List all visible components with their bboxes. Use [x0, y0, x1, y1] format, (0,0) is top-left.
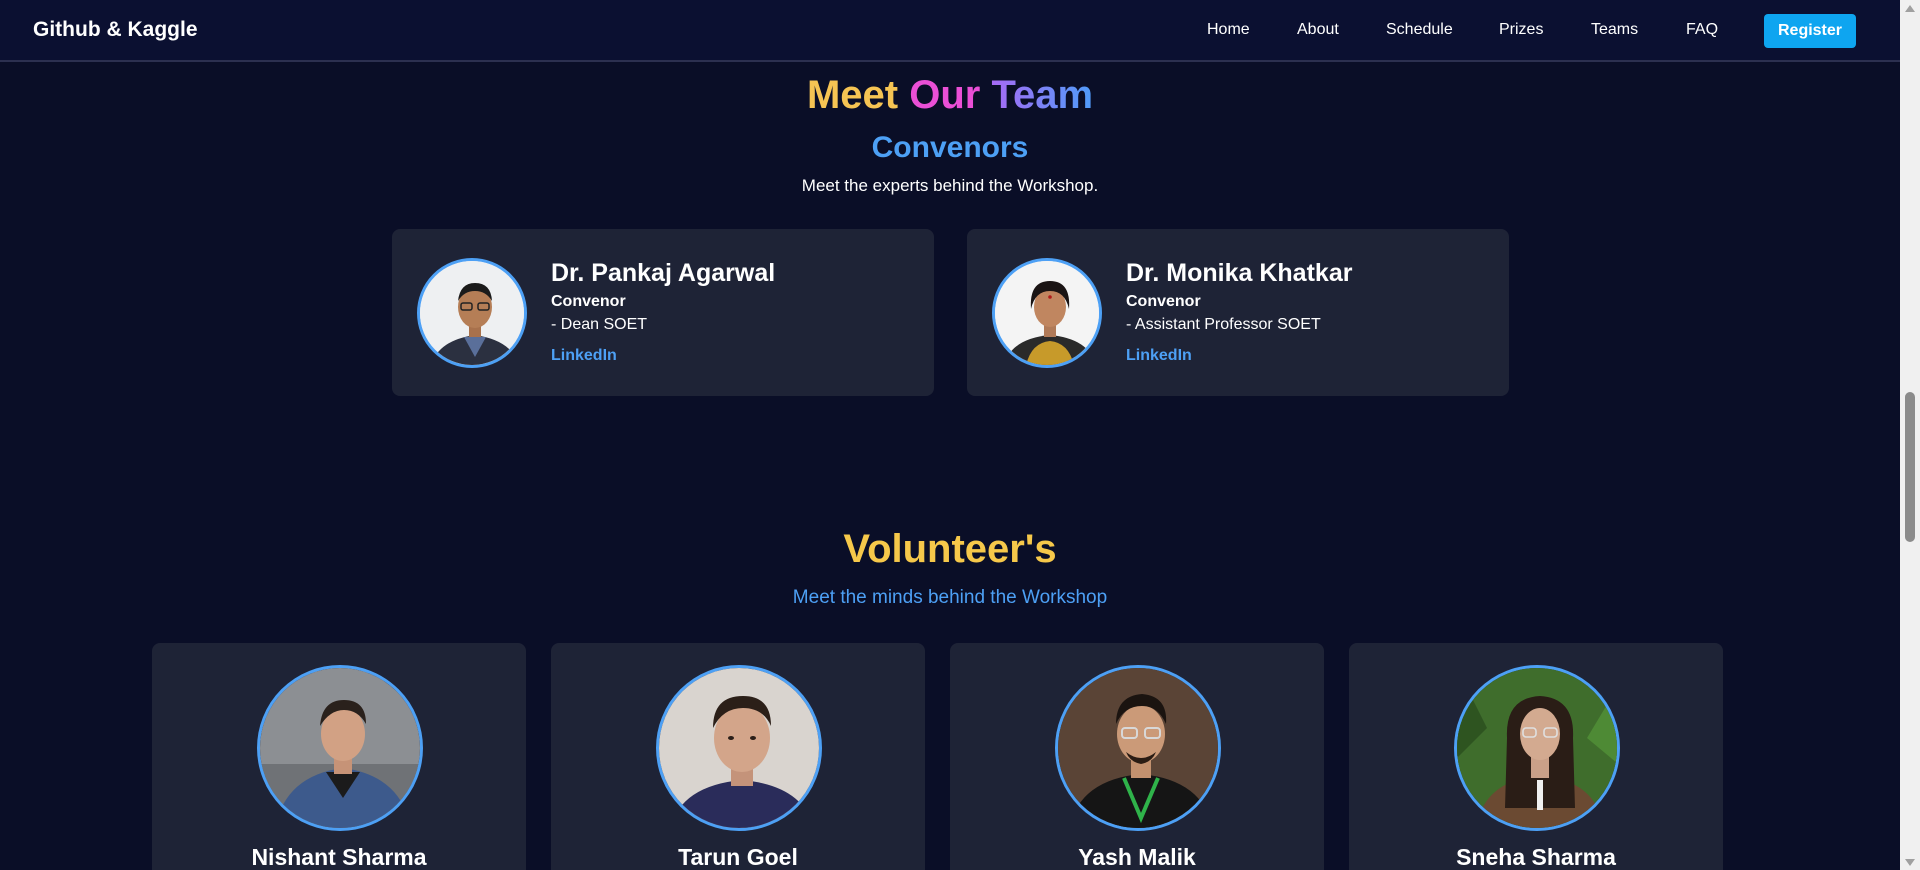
volunteer-card: Sneha Sharma [1349, 643, 1723, 870]
nav-link-schedule[interactable]: Schedule [1386, 21, 1453, 39]
nav-link-prizes[interactable]: Prizes [1499, 21, 1543, 39]
volunteer-card: Nishant Sharma [152, 643, 526, 870]
volunteer-avatar [1454, 665, 1620, 831]
register-button[interactable]: Register [1764, 14, 1856, 48]
volunteer-avatar [257, 665, 423, 831]
volunteers-heading: Volunteer's [843, 527, 1057, 571]
nav-link-home[interactable]: Home [1207, 21, 1250, 39]
nav-link-about[interactable]: About [1297, 21, 1339, 39]
volunteer-name: Tarun Goel [678, 844, 798, 870]
volunteer-avatar [1055, 665, 1221, 831]
convenor-avatar [992, 258, 1102, 368]
volunteer-name: Nishant Sharma [251, 844, 427, 870]
volunteer-card: Tarun Goel [551, 643, 925, 870]
convenor-name: Dr. Pankaj Agarwal [551, 259, 776, 287]
nav-link-teams[interactable]: Teams [1591, 21, 1638, 39]
convenor-role: Convenor [551, 293, 626, 310]
volunteer-name: Sneha Sharma [1456, 844, 1616, 870]
title-word-team: Team [991, 73, 1094, 117]
nav-links: Home About Schedule Prizes Teams FAQ [0, 0, 1900, 62]
convenor-card: Dr. Pankaj Agarwal Convenor - Dean SOET … [392, 229, 934, 396]
convenor-name: Dr. Monika Khatkar [1126, 259, 1353, 287]
convenor-linkedin-link[interactable]: LinkedIn [551, 347, 617, 365]
team-section-title: Meet Our Team [0, 73, 1900, 118]
volunteer-name: Yash Malik [1078, 844, 1196, 870]
volunteers-subtitle: Meet the minds behind the Workshop [792, 587, 1108, 608]
convenor-linkedin-link[interactable]: LinkedIn [1126, 347, 1192, 365]
page-scrollbar[interactable] [1900, 0, 1920, 870]
title-word-meet: Meet [806, 73, 899, 117]
scrollbar-thumb[interactable] [1905, 392, 1915, 542]
convenor-card: Dr. Monika Khatkar Convenor - Assistant … [967, 229, 1509, 396]
volunteer-avatar [656, 665, 822, 831]
navbar: Github & Kaggle Home About Schedule Priz… [0, 0, 1900, 62]
scroll-up-arrow-icon[interactable] [1905, 5, 1915, 12]
convenors-subtitle: Meet the experts behind the Workshop. [801, 176, 1099, 195]
convenors-heading: Convenors [871, 131, 1029, 164]
nav-link-faq[interactable]: FAQ [1686, 21, 1718, 39]
convenor-department: - Assistant Professor SOET [1126, 316, 1321, 333]
convenor-avatar [417, 258, 527, 368]
title-word-our: Our [909, 73, 981, 117]
convenor-department: - Dean SOET [551, 316, 648, 333]
volunteer-card: Yash Malik [950, 643, 1324, 870]
scroll-down-arrow-icon[interactable] [1905, 859, 1915, 866]
convenor-role: Convenor [1126, 293, 1201, 310]
